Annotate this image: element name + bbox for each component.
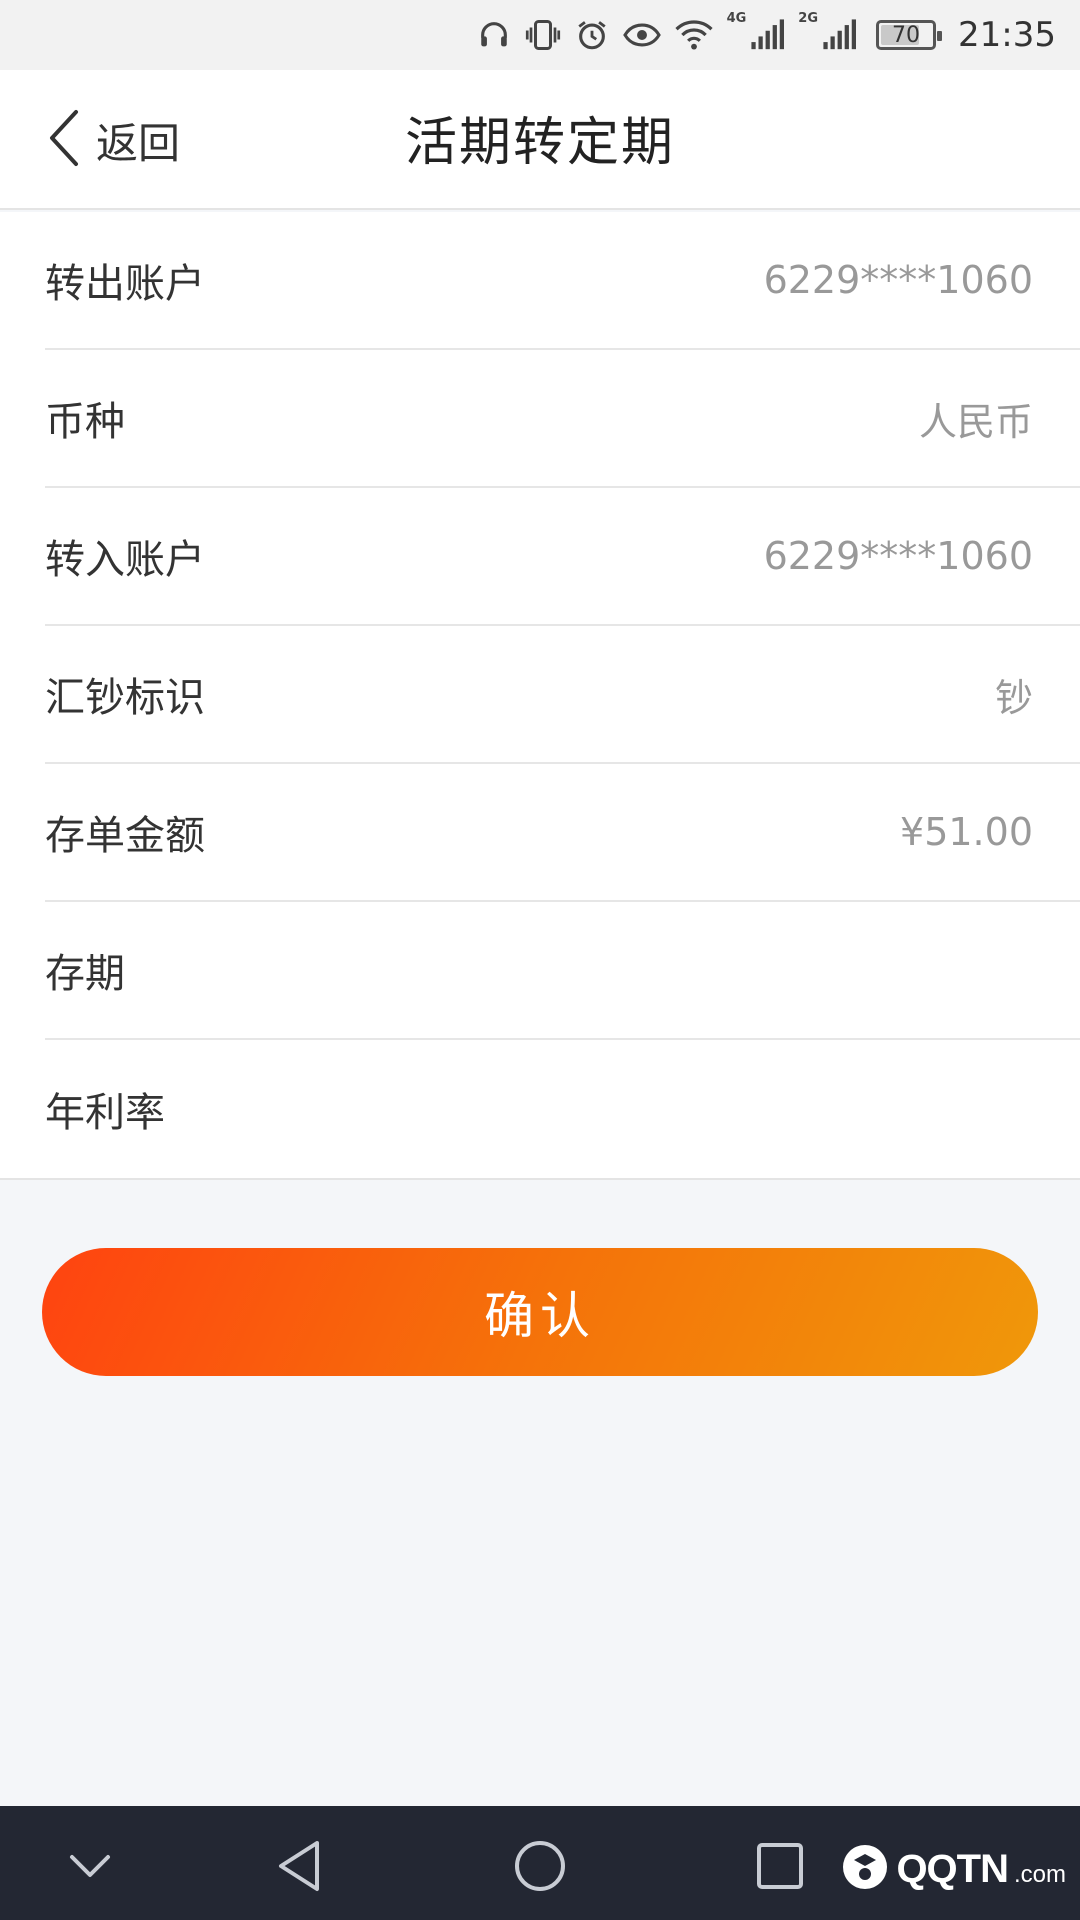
status-time: 21:35 xyxy=(958,15,1056,55)
vibrate-icon xyxy=(525,15,561,55)
wifi-icon xyxy=(674,15,713,55)
row-source-account[interactable]: 转出账户 6229****1060 xyxy=(45,212,1080,350)
row-label: 汇钞标识 xyxy=(45,675,205,721)
alarm-icon xyxy=(575,15,609,55)
row-label: 年利率 xyxy=(45,1090,165,1136)
watermark-suffix: .com xyxy=(1013,1861,1066,1888)
row-annual-rate[interactable]: 年利率 xyxy=(45,1040,1080,1178)
home-icon[interactable] xyxy=(510,1836,570,1896)
row-deposit-term[interactable]: 存期 xyxy=(45,902,1080,1040)
row-cash-flag[interactable]: 汇钞标识 钞 xyxy=(45,626,1080,764)
headphones-icon xyxy=(477,15,511,55)
battery-icon: 70 xyxy=(876,20,943,50)
row-label: 转入账户 xyxy=(45,537,205,583)
screen: 4G 2G 70 21:35 返回 活期转定期 转出账户 6229****106… xyxy=(0,0,1080,1920)
battery-level: 70 xyxy=(892,22,921,48)
eye-icon xyxy=(622,15,661,55)
signal-icon-2 xyxy=(822,15,857,55)
confirm-button[interactable]: 确认 xyxy=(42,1248,1038,1376)
signal-icon xyxy=(750,15,785,55)
row-value: 钞 xyxy=(994,675,1033,720)
row-target-account[interactable]: 转入账户 6229****1060 xyxy=(45,488,1080,626)
row-label: 存单金额 xyxy=(45,813,205,859)
network-type-label-2: 2G xyxy=(798,11,819,26)
row-value: ¥51.00 xyxy=(900,810,1033,854)
row-value: 人民币 xyxy=(918,399,1033,444)
row-label: 转出账户 xyxy=(45,261,205,307)
network-type-label: 4G xyxy=(726,11,747,26)
back-icon[interactable] xyxy=(270,1836,330,1896)
row-value: 6229****1060 xyxy=(763,534,1033,578)
watermark-logo-icon xyxy=(840,1842,890,1896)
collapse-icon[interactable] xyxy=(60,1836,120,1896)
row-deposit-amount[interactable]: 存单金额 ¥51.00 xyxy=(45,764,1080,902)
row-label: 币种 xyxy=(45,399,125,445)
status-bar: 4G 2G 70 21:35 xyxy=(0,0,1080,70)
nav-bar: QQTN .com xyxy=(0,1806,1080,1920)
page-title: 活期转定期 xyxy=(404,113,675,173)
watermark-brand: QQTN xyxy=(896,1846,1009,1891)
row-value: 6229****1060 xyxy=(763,258,1033,302)
recents-icon[interactable] xyxy=(750,1836,810,1896)
watermark: QQTN .com xyxy=(843,1834,1066,1904)
row-currency[interactable]: 币种 人民币 xyxy=(45,350,1080,488)
form-list: 转出账户 6229****1060 币种 人民币 转入账户 6229****10… xyxy=(0,212,1080,1180)
row-label: 存期 xyxy=(45,951,125,997)
header: 返回 活期转定期 xyxy=(0,70,1080,210)
